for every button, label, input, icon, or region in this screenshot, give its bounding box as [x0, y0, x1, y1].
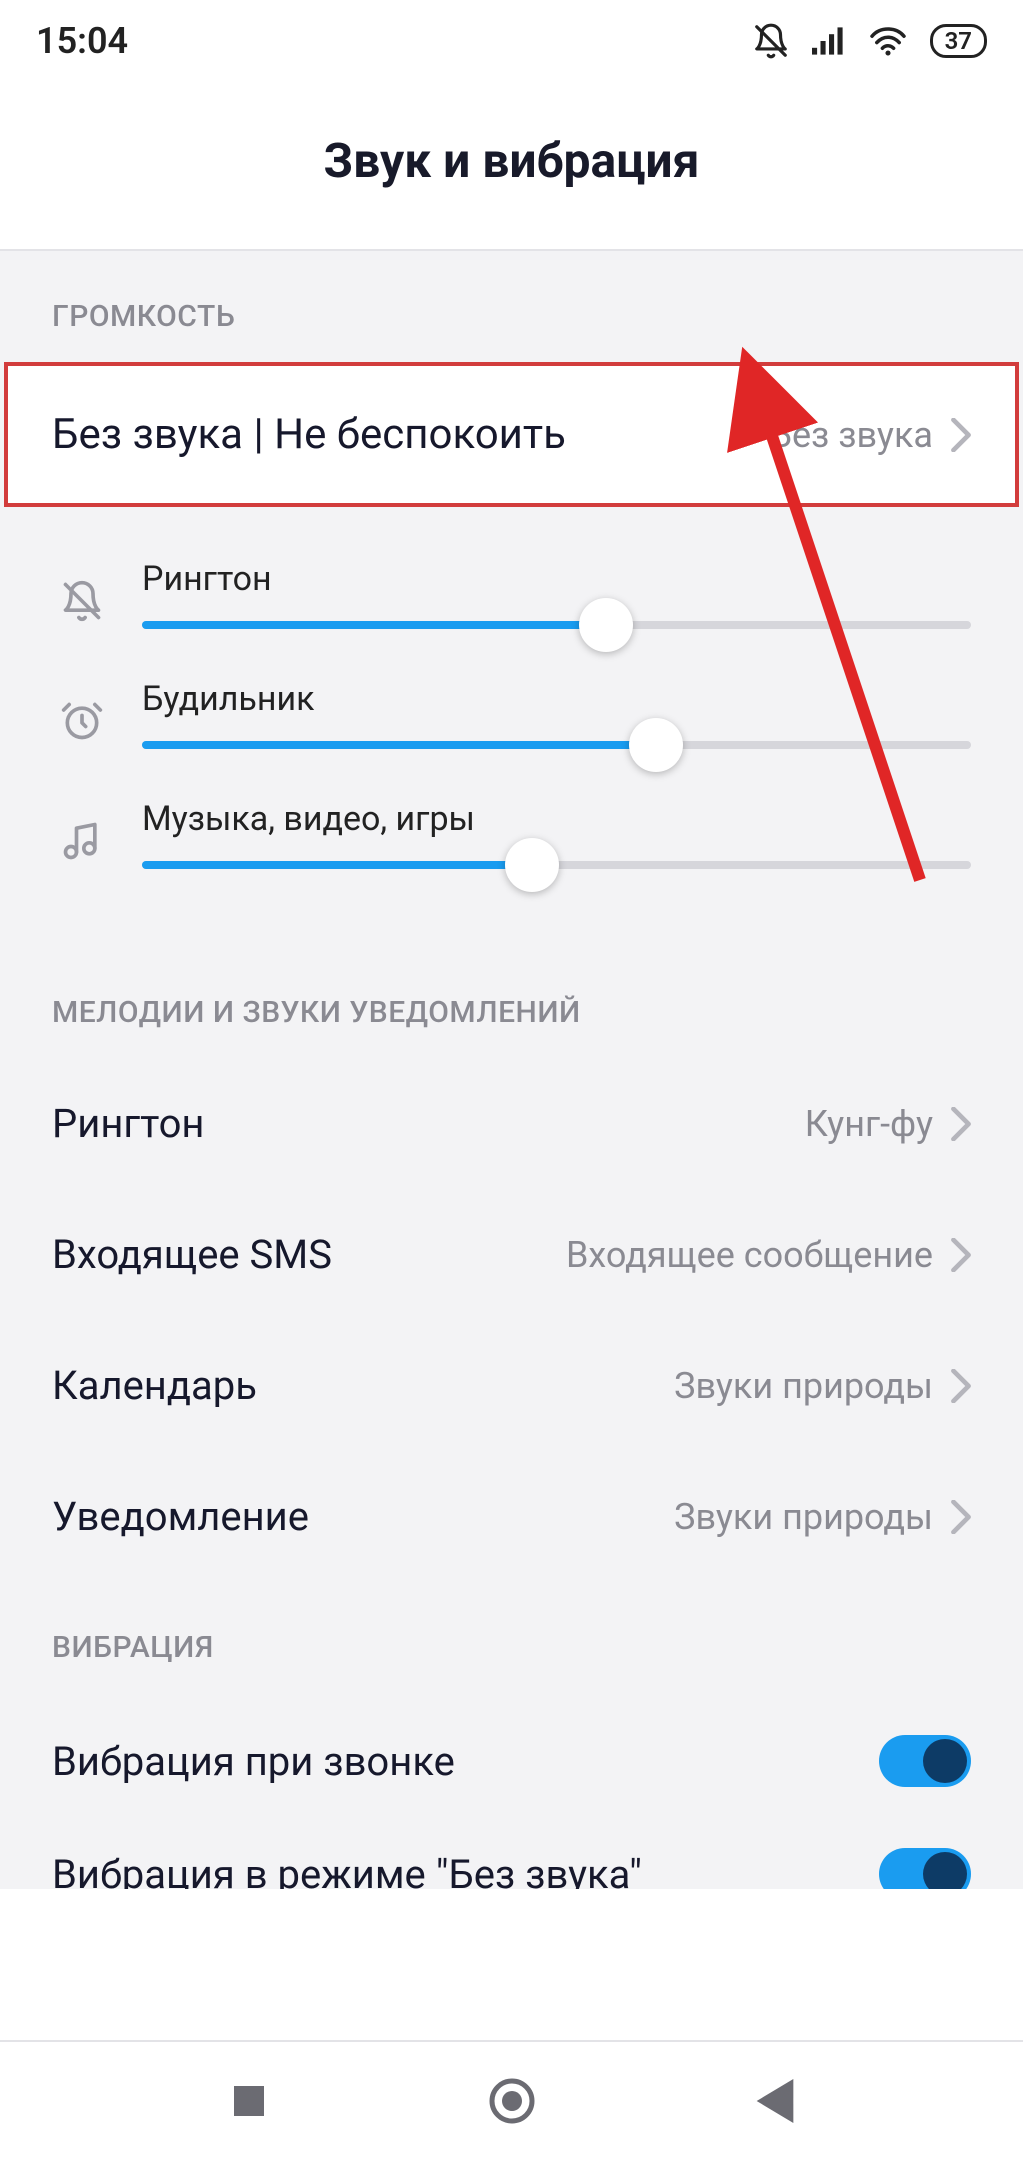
status-bar: 15:04 37	[0, 0, 1023, 72]
ringtone-value: Кунг-фу	[805, 1103, 933, 1145]
alarm-clock-icon	[60, 699, 104, 747]
calendar-value: Звуки природы	[674, 1365, 933, 1407]
chevron-right-icon	[951, 1238, 971, 1272]
vibration-silent-title: Вибрация в режиме "Без звука"	[52, 1851, 642, 1890]
recent-apps-button[interactable]	[230, 2082, 268, 2120]
vibration-call-row[interactable]: Вибрация при звонке	[0, 1693, 1023, 1829]
sms-row[interactable]: Входящее SMS Входящее сообщение	[0, 1189, 1023, 1320]
ringtone-row[interactable]: Рингтон Кунг-фу	[0, 1058, 1023, 1189]
vibration-call-title: Вибрация при звонке	[52, 1738, 455, 1785]
silent-dnd-value: Без звука	[769, 414, 933, 456]
chevron-right-icon	[951, 1107, 971, 1141]
section-vibration-label: ВИБРАЦИЯ	[0, 1582, 1023, 1693]
vibration-silent-row[interactable]: Вибрация в режиме "Без звука"	[0, 1829, 1023, 1889]
calendar-row[interactable]: Календарь Звуки природы	[0, 1320, 1023, 1451]
back-button[interactable]	[756, 2079, 794, 2123]
notification-value: Звуки природы	[674, 1496, 933, 1538]
notification-row[interactable]: Уведомление Звуки природы	[0, 1451, 1023, 1582]
notification-title: Уведомление	[52, 1493, 309, 1540]
dnd-status-icon	[752, 22, 790, 60]
signal-icon	[812, 26, 846, 56]
vibration-silent-toggle[interactable]	[879, 1848, 971, 1889]
vibration-call-toggle[interactable]	[879, 1735, 971, 1787]
navigation-bar	[0, 2040, 1023, 2160]
bell-off-icon	[60, 579, 104, 627]
silent-dnd-row[interactable]: Без звука | Не беспокоить Без звука	[4, 362, 1019, 507]
ringtone-slider-row: Рингтон	[52, 559, 971, 629]
ringtone-title: Рингтон	[52, 1100, 204, 1147]
chevron-right-icon	[951, 1500, 971, 1534]
alarm-slider[interactable]	[142, 741, 971, 749]
sms-title: Входящее SMS	[52, 1231, 332, 1278]
alarm-slider-row: Будильник	[52, 679, 971, 749]
sms-value: Входящее сообщение	[566, 1234, 933, 1276]
media-slider-row: Музыка, видео, игры	[52, 799, 971, 869]
chevron-right-icon	[951, 1369, 971, 1403]
section-volume-label: ГРОМКОСТЬ	[0, 251, 1023, 362]
status-time: 15:04	[36, 20, 128, 62]
calendar-title: Календарь	[52, 1362, 257, 1409]
status-icons: 37	[752, 22, 987, 60]
chevron-right-icon	[951, 418, 971, 452]
alarm-slider-label: Будильник	[142, 679, 971, 719]
ringtone-slider-label: Рингтон	[142, 559, 971, 599]
battery-icon: 37	[930, 24, 987, 58]
silent-dnd-title: Без звука | Не беспокоить	[52, 410, 566, 459]
section-melodies-label: МЕЛОДИИ И ЗВУКИ УВЕДОМЛЕНИЙ	[0, 947, 1023, 1058]
page-title: Звук и вибрация	[0, 72, 1023, 249]
media-slider[interactable]	[142, 861, 971, 869]
ringtone-slider[interactable]	[142, 621, 971, 629]
music-note-icon	[60, 819, 104, 867]
wifi-icon	[868, 25, 908, 57]
media-slider-label: Музыка, видео, игры	[142, 799, 971, 839]
home-button[interactable]	[487, 2076, 537, 2126]
